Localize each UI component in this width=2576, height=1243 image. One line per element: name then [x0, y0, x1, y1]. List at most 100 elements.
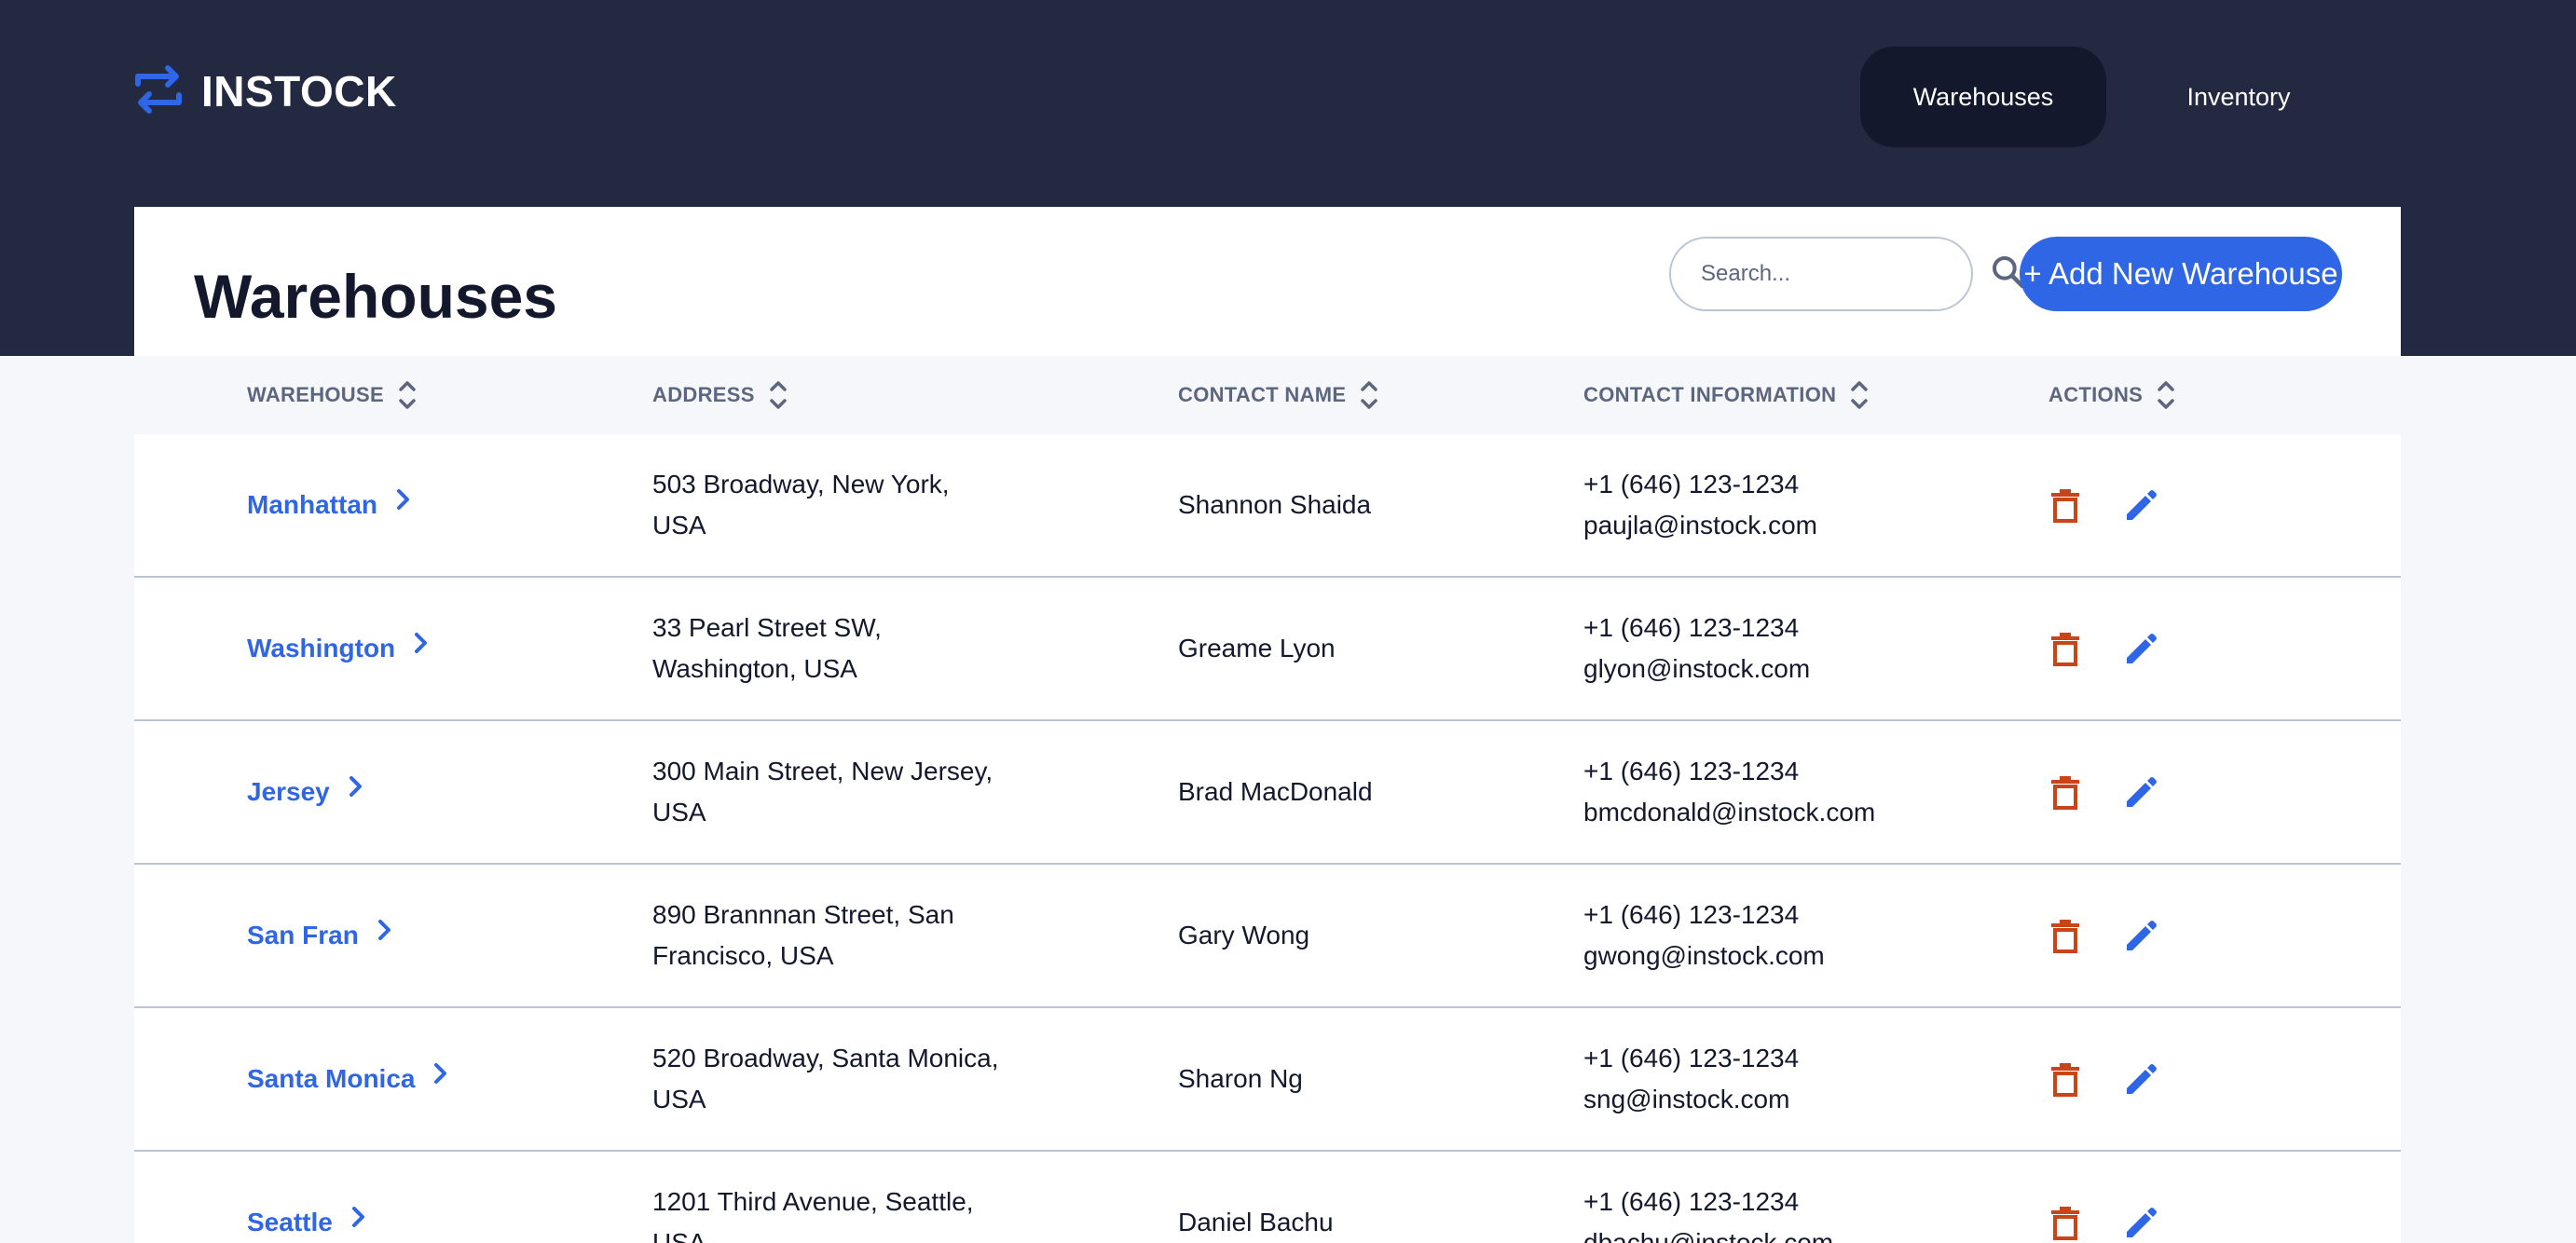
contact-email: gwong@instock.com [1583, 941, 1825, 970]
column-label: CONTACT NAME [1178, 383, 1347, 406]
address-line: 300 Main Street, New Jersey, [652, 757, 993, 785]
column-label: WAREHOUSE [247, 383, 384, 406]
column-header-contact-name[interactable]: CONTACT NAME [1178, 356, 1379, 434]
warehouse-link[interactable]: Seattle [247, 1152, 368, 1243]
warehouse-link[interactable]: Santa Monica [247, 1008, 450, 1150]
warehouse-name: Santa Monica [247, 1064, 416, 1093]
column-label: ACTIONS [2048, 383, 2144, 406]
chevron-right-icon [392, 485, 413, 526]
pencil-icon[interactable] [2123, 773, 2157, 811]
warehouse-name: Manhattan [247, 490, 377, 519]
chevron-right-icon [430, 1059, 450, 1100]
column-header-actions[interactable]: ACTIONS [2048, 356, 2176, 434]
column-header-warehouse[interactable]: WAREHOUSE [247, 356, 418, 434]
address-line: USA [652, 798, 706, 826]
contact-email: paujla@instock.com [1583, 511, 1817, 540]
warehouse-name: Seattle [247, 1208, 333, 1236]
sort-icon[interactable] [397, 376, 418, 414]
trash-icon[interactable] [2048, 486, 2082, 524]
contact-name-cell: Gary Wong [1178, 921, 1310, 949]
address-cell: 300 Main Street, New Jersey, USA [652, 721, 1007, 863]
address-line: 520 Broadway, Santa Monica, [652, 1044, 999, 1072]
contact-info-cell: +1 (646) 123-1234 sng@instock.com [1583, 1008, 1799, 1150]
warehouse-link[interactable]: Washington [247, 578, 431, 719]
table-row: San Fran 890 Brannnan Street, San Franci… [134, 865, 2401, 1008]
contact-info-cell: +1 (646) 123-1234 paujla@instock.com [1583, 434, 1817, 576]
address-line: 890 Brannnan Street, San [652, 900, 954, 929]
warehouse-name: Jersey [247, 777, 330, 806]
address-cell: 1201 Third Avenue, Seattle, USA [652, 1152, 1007, 1243]
sort-icon[interactable] [2156, 376, 2176, 414]
page-title: Warehouses [194, 262, 558, 331]
table-header: WAREHOUSE ADDRESS CONTACT NAME CONTACT I… [134, 356, 2401, 434]
address-line: Francisco, USA [652, 941, 834, 970]
contact-phone: +1 (646) 123-1234 [1583, 1044, 1800, 1072]
table-row: Seattle 1201 Third Avenue, Seattle, USA … [134, 1152, 2401, 1243]
actions-cell [2048, 434, 2157, 576]
contact-email: sng@instock.com [1583, 1085, 1790, 1113]
actions-cell [2048, 1152, 2157, 1243]
warehouse-link[interactable]: San Fran [247, 865, 394, 1006]
warehouse-name: San Fran [247, 921, 359, 949]
contact-info-cell: +1 (646) 123-1234 glyon@instock.com [1583, 578, 1810, 719]
trash-icon[interactable] [2048, 1204, 2082, 1241]
address-line: USA [652, 511, 706, 540]
table-row: Washington 33 Pearl Street SW, Washingto… [134, 578, 2401, 721]
contact-phone: +1 (646) 123-1234 [1583, 470, 1800, 499]
actions-cell [2048, 865, 2157, 1006]
contact-name-cell: Shannon Shaida [1178, 490, 1372, 519]
address-cell: 503 Broadway, New York, USA [652, 434, 1007, 576]
address-cell: 520 Broadway, Santa Monica, USA [652, 1008, 1007, 1150]
table-row: Jersey 300 Main Street, New Jersey, USA … [134, 721, 2401, 865]
warehouse-link[interactable]: Jersey [247, 721, 365, 863]
contact-phone: +1 (646) 123-1234 [1583, 613, 1800, 642]
sort-icon[interactable] [1359, 376, 1379, 414]
swap-arrows-icon [134, 63, 183, 120]
nav-inventory[interactable]: Inventory [2116, 47, 2362, 147]
pencil-icon[interactable] [2123, 630, 2157, 667]
contact-name-cell: Brad MacDonald [1178, 777, 1373, 806]
address-line: 1201 Third Avenue, Seattle, [652, 1187, 974, 1216]
address-line: 503 Broadway, New York, [652, 470, 950, 499]
chevron-right-icon [374, 915, 394, 956]
column-label: CONTACT INFORMATION [1583, 383, 1837, 406]
address-cell: 33 Pearl Street SW, Washington, USA [652, 578, 1007, 719]
contact-info-cell: +1 (646) 123-1234 gwong@instock.com [1583, 865, 1825, 1006]
trash-icon[interactable] [2048, 773, 2082, 811]
sort-icon[interactable] [768, 376, 788, 414]
address-cell: 890 Brannnan Street, San Francisco, USA [652, 865, 1007, 1006]
address-line: Washington, USA [652, 654, 857, 683]
warehouse-name: Washington [247, 634, 396, 662]
chevron-right-icon [410, 628, 431, 669]
column-header-contact-information[interactable]: CONTACT INFORMATION [1583, 356, 1870, 434]
contact-info-cell: +1 (646) 123-1234 bmcdonald@instock.com [1583, 721, 1875, 863]
address-line: 33 Pearl Street SW, [652, 613, 882, 642]
contact-name-cell: Greame Lyon [1178, 634, 1336, 662]
trash-icon[interactable] [2048, 630, 2082, 667]
search-box[interactable] [1669, 237, 2025, 311]
address-line: USA [652, 1228, 706, 1243]
contact-phone: +1 (646) 123-1234 [1583, 1187, 1800, 1216]
trash-icon[interactable] [2048, 917, 2082, 954]
column-label: ADDRESS [652, 383, 755, 406]
pencil-icon[interactable] [2123, 1060, 2157, 1098]
warehouse-link[interactable]: Manhattan [247, 434, 413, 576]
logo[interactable]: INSTOCK [134, 63, 397, 119]
add-warehouse-button[interactable]: + Add New Warehouse [2020, 237, 2342, 311]
actions-cell [2048, 1008, 2157, 1150]
chevron-right-icon [348, 1202, 368, 1243]
table-row: Manhattan 503 Broadway, New York, USA Sh… [134, 434, 2401, 578]
trash-icon[interactable] [2048, 1060, 2082, 1098]
contact-email: bmcdonald@instock.com [1583, 798, 1876, 826]
pencil-icon[interactable] [2123, 486, 2157, 524]
pencil-icon[interactable] [2123, 1204, 2157, 1241]
contact-name-cell: Sharon Ng [1178, 1064, 1303, 1093]
nav-warehouses[interactable]: Warehouses [1860, 47, 2106, 147]
address-line: USA [652, 1085, 706, 1113]
pencil-icon[interactable] [2123, 917, 2157, 954]
contact-email: dbachu@instock.com [1583, 1228, 1834, 1243]
search-input[interactable] [1701, 261, 1990, 287]
column-header-address[interactable]: ADDRESS [652, 356, 788, 434]
sort-icon[interactable] [1849, 376, 1870, 414]
contact-info-cell: +1 (646) 123-1234 dbachu@instock.com [1583, 1152, 1833, 1243]
